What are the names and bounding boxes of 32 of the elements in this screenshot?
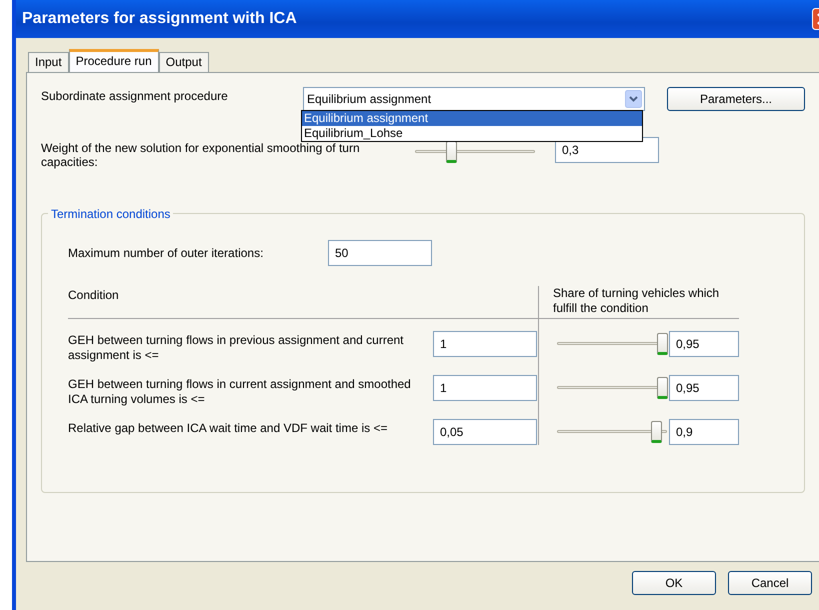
window-title: Parameters for assignment with ICA [22, 9, 297, 29]
dialog-button[interactable]: OK [632, 571, 716, 595]
condition-input[interactable]: 0,05 [433, 419, 537, 445]
slider-track[interactable] [557, 377, 667, 399]
condition-label: Relative gap between ICA wait time and VDF wait time is <= [68, 420, 388, 437]
condition-label: GEH between turning flows in previous assignment and current assignment is <= [68, 332, 405, 363]
slider-track[interactable] [415, 141, 535, 163]
field-label: Maximum number of outer iterations: [68, 245, 264, 262]
slider-thumb[interactable] [656, 377, 668, 399]
slider-thumb[interactable] [446, 141, 457, 163]
parameters-button[interactable]: Parameters... [667, 87, 805, 111]
tab[interactable]: Output [158, 52, 209, 72]
dropdown-option[interactable]: Equilibrium assignment [302, 111, 642, 126]
condition-input[interactable]: 1 [433, 375, 537, 401]
share-input[interactable]: 0,95 [669, 331, 739, 357]
iterations-input[interactable]: 50 [328, 240, 432, 266]
tab[interactable]: Procedure run [68, 49, 159, 72]
condition-input[interactable]: 1 [433, 331, 537, 357]
tab[interactable]: Input [28, 52, 69, 72]
share-input[interactable]: 0,95 [669, 375, 739, 401]
slider-thumb[interactable] [651, 421, 662, 443]
field-label: Subordinate assignment procedure [41, 88, 229, 105]
field-label: Weight of the new solution for exponential smoothing of turn capacities: [41, 141, 361, 169]
dropdown[interactable]: Equilibrium assignment [303, 87, 645, 111]
slider-track[interactable] [557, 421, 667, 443]
column-header: Condition [68, 286, 433, 319]
share-input[interactable]: 0,9 [669, 419, 739, 445]
slider-track[interactable] [557, 333, 667, 355]
condition-label: GEH between turning flows in current assignment and smoothed ICA turning volumes is <= [68, 376, 412, 407]
column-header: Share of turning vehicles which fulfill the condition [539, 286, 739, 319]
slider-thumb[interactable] [656, 333, 668, 355]
dialog-button[interactable]: Cancel [728, 571, 812, 595]
